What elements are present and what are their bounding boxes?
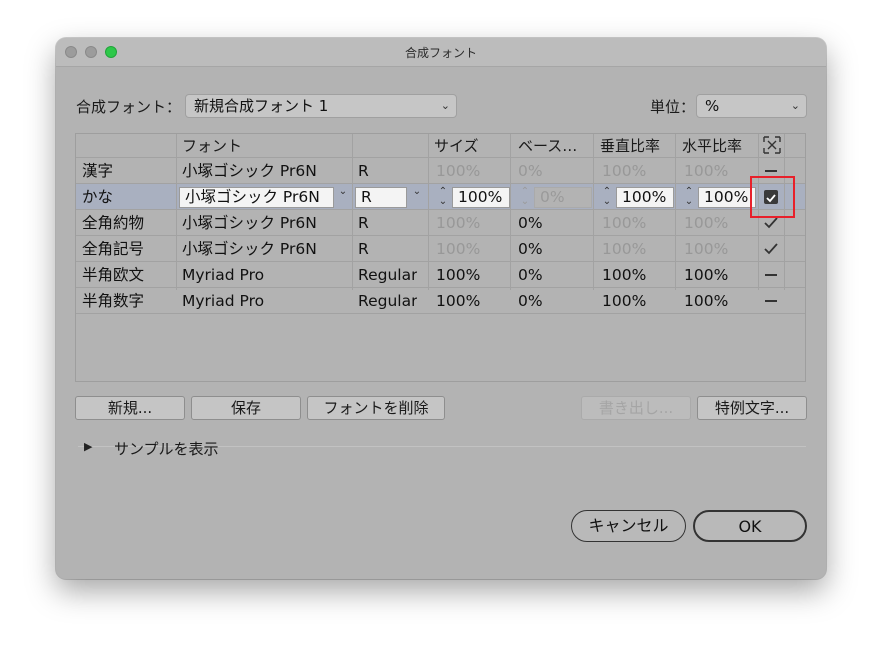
font-settings-table: フォント サイズ ベース… 垂直比率 水平比率 漢字 小塚ゴシック Pr6N R 10… <box>75 133 806 382</box>
unit-value: % <box>705 97 720 115</box>
table-row[interactable]: 半角欧文 Myriad Pro Regular 100% 0% 100% 100% <box>76 262 805 288</box>
cancel-button[interactable]: キャンセル <box>571 510 686 542</box>
font-cell: 小塚ゴシック Pr6N <box>182 162 317 180</box>
vertical-scale-cell: 100% <box>602 266 647 284</box>
stepper-icon[interactable]: ⌃ ⌄ <box>598 187 616 208</box>
horizontal-scale-cell: 100% <box>684 162 729 180</box>
highlight-box <box>750 176 795 218</box>
exception-characters-button[interactable]: 特例文字... <box>697 396 807 420</box>
style-cell: R <box>358 240 369 258</box>
table-row[interactable]: 漢字 小塚ゴシック Pr6N R 100% 0% 100% 100% <box>76 158 805 184</box>
disclosure-triangle-icon[interactable]: ▶ <box>84 440 92 453</box>
horizontal-scale-cell: 100% <box>684 292 729 310</box>
stepper-icon[interactable]: ⌃ ⌄ <box>434 187 452 208</box>
new-button[interactable]: 新規... <box>75 396 185 420</box>
chevron-down-icon: ⌄ <box>440 99 450 112</box>
unit-label: 単位： <box>650 98 696 116</box>
font-cell: 小塚ゴシック Pr6N <box>182 240 317 258</box>
style-cell: R <box>358 214 369 232</box>
checkmark-icon[interactable] <box>762 240 780 258</box>
table-row[interactable]: 全角約物 小塚ゴシック Pr6N R 100% 0% 100% 100% <box>76 210 805 236</box>
horizontal-scale-cell: 100% <box>684 240 729 258</box>
size-cell: 100% <box>436 292 481 310</box>
composite-font-label: 合成フォント： <box>76 98 182 116</box>
header-baseline[interactable]: ベース… <box>518 134 577 158</box>
character-type-cell: 半角欧文 <box>82 266 145 284</box>
font-select[interactable]: 小塚ゴシック Pr6N <box>179 187 334 208</box>
delete-font-button[interactable]: フォントを削除 <box>307 396 445 420</box>
vertical-scale-cell: 100% <box>602 162 647 180</box>
show-sample-label[interactable]: サンプルを表示 <box>114 438 219 459</box>
vertical-scale-cell: 100% <box>602 240 647 258</box>
dash-icon <box>765 274 777 276</box>
style-cell: Regular <box>358 266 418 284</box>
header-horizontal-scale[interactable]: 水平比率 <box>682 134 742 158</box>
export-button[interactable]: 書き出し... <box>581 396 691 420</box>
vertical-scale-field[interactable]: 100% <box>616 187 674 208</box>
dash-icon <box>765 170 777 172</box>
style-cell: Regular <box>358 292 418 310</box>
size-cell: 100% <box>436 240 481 258</box>
size-cell: 100% <box>436 214 481 232</box>
baseline-cell: 0% <box>518 214 543 232</box>
composite-font-select[interactable]: 新規合成フォント 1 ⌄ <box>185 94 457 118</box>
header-font[interactable]: フォント <box>182 134 242 158</box>
font-cell: Myriad Pro <box>182 292 265 310</box>
chevron-down-icon: ⌄ <box>790 99 800 112</box>
character-type-cell: 漢字 <box>82 162 114 180</box>
vertical-scale-cell: 100% <box>602 292 647 310</box>
size-cell: 100% <box>436 266 481 284</box>
font-cell: 小塚ゴシック Pr6N <box>182 214 317 232</box>
size-cell: 100% <box>436 162 481 180</box>
window-title: 合成フォント <box>404 46 477 60</box>
ok-button[interactable]: OK <box>693 510 807 542</box>
table-row[interactable]: かな 小塚ゴシック Pr6N ⌄ R ⌄ ⌃ ⌄ 100% ⌃ ⌄ 0% ⌃ ⌄ 100% ⌃ ⌄ 100% <box>76 184 805 210</box>
title-bar: 合成フォント <box>56 38 826 67</box>
stepper-icon[interactable]: ⌃ ⌄ <box>680 187 698 208</box>
baseline-field[interactable]: 0% <box>534 187 592 208</box>
horizontal-scale-field[interactable]: 100% <box>698 187 756 208</box>
unit-select[interactable]: % ⌄ <box>696 94 807 118</box>
header-size[interactable]: サイズ <box>434 134 479 158</box>
baseline-cell: 0% <box>518 240 543 258</box>
horizontal-scale-cell: 100% <box>684 266 729 284</box>
header-vertical-scale[interactable]: 垂直比率 <box>600 134 660 158</box>
stepper-icon[interactable]: ⌃ ⌄ <box>516 187 534 208</box>
table-header: フォント サイズ ベース… 垂直比率 水平比率 <box>76 134 805 158</box>
character-type-cell: 全角約物 <box>82 214 145 232</box>
composite-font-value: 新規合成フォント 1 <box>194 97 329 115</box>
dash-icon <box>765 300 777 302</box>
save-button[interactable]: 保存 <box>191 396 301 420</box>
chevron-down-icon[interactable]: ⌄ <box>334 187 352 208</box>
chevron-down-icon[interactable]: ⌄ <box>408 187 426 208</box>
style-cell: R <box>358 162 369 180</box>
style-select[interactable]: R <box>355 187 407 208</box>
composite-font-dialog: 合成フォント 合成フォント： 新規合成フォント 1 ⌄ 単位： % ⌄ フォント… <box>56 38 826 579</box>
baseline-cell: 0% <box>518 162 543 180</box>
horizontal-scale-cell: 100% <box>684 214 729 232</box>
table-row[interactable]: 全角記号 小塚ゴシック Pr6N R 100% 0% 100% 100% <box>76 236 805 262</box>
size-field[interactable]: 100% <box>452 187 510 208</box>
baseline-cell: 0% <box>518 266 543 284</box>
character-type-cell: 半角数字 <box>82 292 145 310</box>
font-cell: Myriad Pro <box>182 266 265 284</box>
table-row[interactable]: 半角数字 Myriad Pro Regular 100% 0% 100% 100% <box>76 288 805 314</box>
character-type-cell: 全角記号 <box>82 240 145 258</box>
character-type-cell: かな <box>82 188 114 206</box>
vertical-scale-cell: 100% <box>602 214 647 232</box>
baseline-cell: 0% <box>518 292 543 310</box>
